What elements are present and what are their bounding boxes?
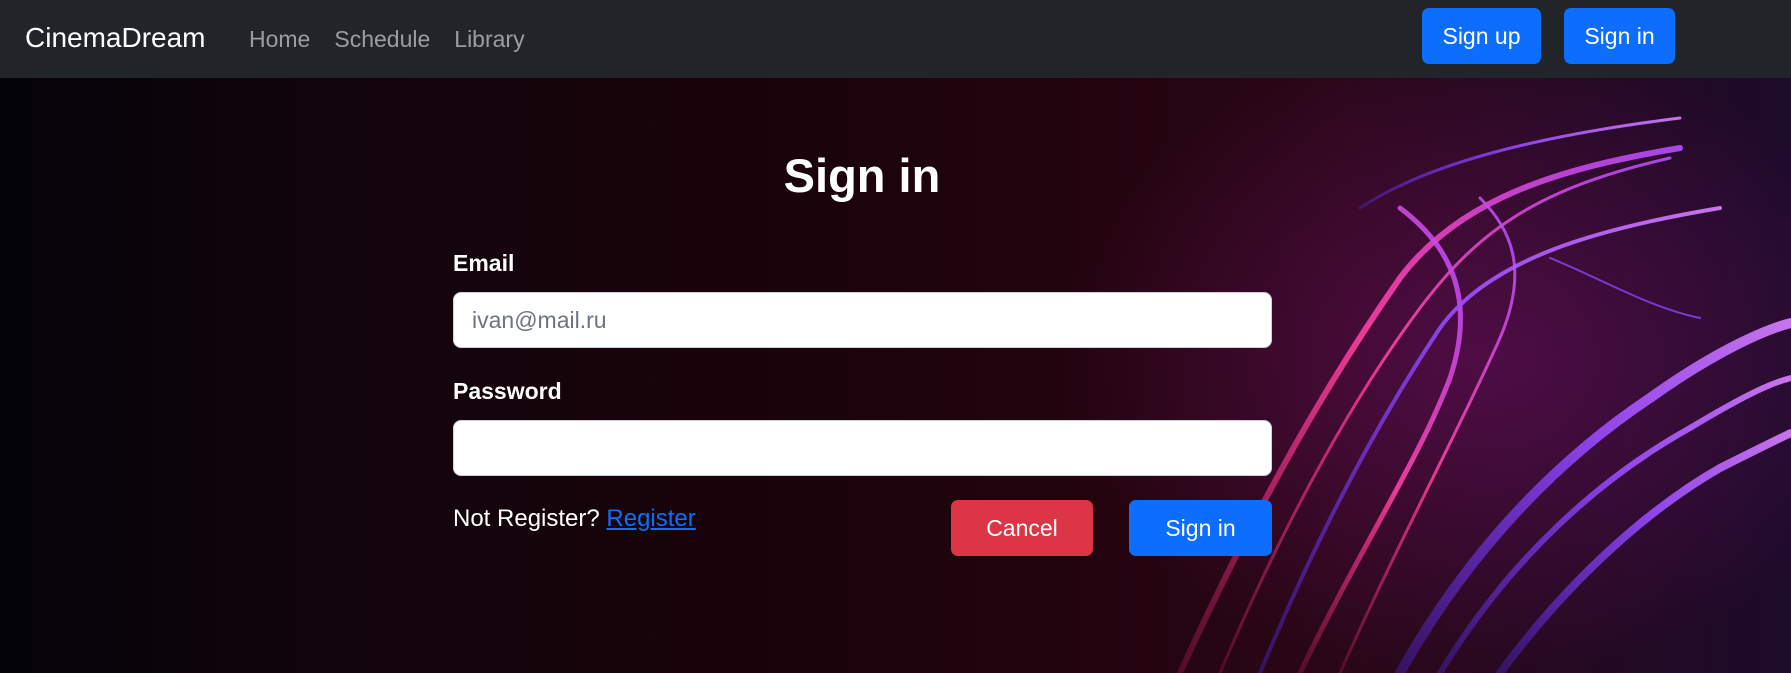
- nav-link-schedule[interactable]: Schedule: [334, 24, 430, 54]
- password-label: Password: [453, 378, 562, 404]
- nav-link-home[interactable]: Home: [249, 24, 310, 54]
- brand-logo[interactable]: CinemaDream: [25, 20, 206, 56]
- cancel-button[interactable]: Cancel: [951, 500, 1093, 556]
- signin-submit-button[interactable]: Sign in: [1129, 500, 1272, 556]
- nav-signin-button[interactable]: Sign in: [1564, 8, 1675, 64]
- email-input[interactable]: [453, 292, 1272, 348]
- password-input[interactable]: [453, 420, 1272, 476]
- top-navbar: CinemaDream Home Schedule Library Sign u…: [0, 0, 1791, 78]
- email-label: Email: [453, 250, 515, 276]
- hero-background: Sign in: [0, 78, 1791, 673]
- nav-link-library[interactable]: Library: [454, 24, 524, 54]
- not-registered-text: Not Register?: [453, 505, 600, 532]
- nav-links: Home Schedule Library: [249, 24, 549, 54]
- nav-signup-button[interactable]: Sign up: [1422, 8, 1541, 64]
- register-link[interactable]: Register: [606, 505, 695, 532]
- page-title: Sign in: [783, 149, 941, 202]
- register-prompt: Not Register? Register: [453, 505, 696, 533]
